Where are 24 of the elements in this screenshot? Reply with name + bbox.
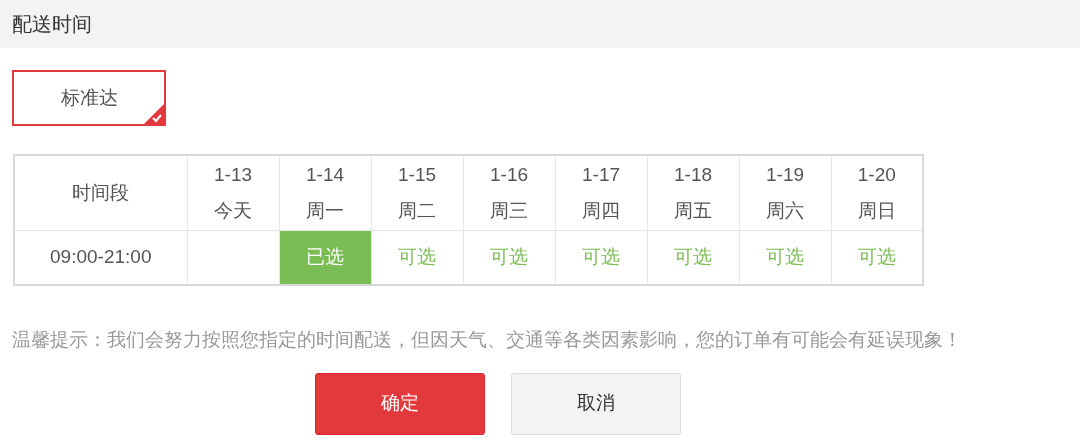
weekday-label: 周四: [581, 198, 621, 223]
date-label: 1-19: [765, 162, 805, 187]
dialog-title: 配送时间: [12, 12, 92, 37]
confirm-button[interactable]: 确定: [315, 372, 485, 435]
slot-option[interactable]: 已选: [279, 230, 371, 285]
weekday-label: 周日: [856, 198, 897, 223]
selected-check-icon: [144, 104, 164, 124]
weekday-label: 周一: [305, 198, 345, 223]
date-label: 1-15: [397, 162, 437, 187]
date-label: 1-17: [581, 162, 621, 187]
date-label: 1-14: [305, 162, 345, 187]
date-label: 1-20: [856, 162, 897, 187]
date-label: 1-13: [213, 162, 253, 187]
weekday-label: 周二: [397, 198, 437, 223]
weekday-label: 周五: [673, 198, 713, 223]
weekday-label: 周三: [489, 198, 529, 223]
weekday-label: 今天: [213, 198, 253, 223]
date-label: 1-16: [489, 162, 529, 187]
notice-text: 温馨提示：我们会努力按照您指定的时间配送，但因天气、交通等各类因素影响，您的订单有可能会有延误现象！: [12, 329, 962, 350]
weekday-label: 周六: [765, 198, 805, 223]
delivery-option[interactable]: 标准达: [12, 70, 166, 126]
cancel-button[interactable]: 取消: [511, 372, 681, 435]
date-label: 1-18: [673, 162, 713, 187]
table-header-cell: 时间段: [14, 155, 187, 230]
